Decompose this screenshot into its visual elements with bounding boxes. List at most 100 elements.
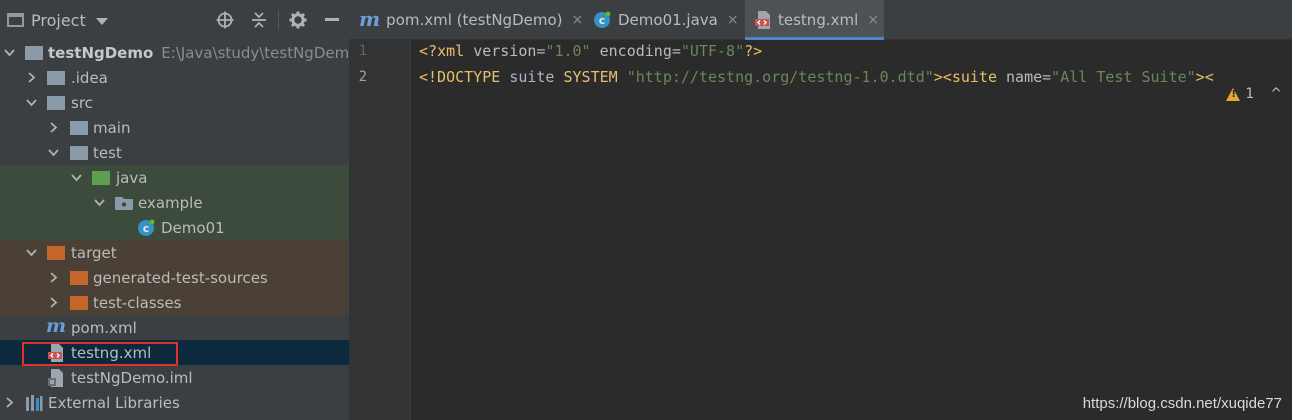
tree-item-demo01[interactable]: c Demo01 bbox=[0, 215, 349, 240]
tree-item-label: .idea bbox=[71, 68, 108, 87]
maven-letter: m bbox=[45, 314, 67, 337]
tree-item-java[interactable]: java bbox=[0, 165, 349, 190]
chevron-down-icon[interactable] bbox=[25, 247, 37, 259]
settings-button[interactable] bbox=[281, 0, 315, 40]
tree-item-label: test-classes bbox=[93, 293, 182, 312]
test-source-folder-icon bbox=[91, 169, 111, 187]
tree-item-external-libraries[interactable]: External Libraries bbox=[0, 390, 349, 415]
project-view-selector[interactable]: Project bbox=[7, 11, 108, 30]
project-window-icon bbox=[7, 13, 24, 27]
tree-item-idea[interactable]: .idea bbox=[0, 65, 349, 90]
module-folder-icon bbox=[24, 44, 44, 62]
tree-item-label: pom.xml bbox=[71, 318, 137, 337]
tree-item-label: testNgDemo bbox=[48, 43, 154, 62]
chevron-right-icon[interactable] bbox=[47, 272, 59, 284]
watermark: https://blog.csdn.net/xuqide77 bbox=[1082, 395, 1282, 412]
tree-item-target[interactable]: target bbox=[0, 240, 349, 265]
xml-decl-name: xml bbox=[437, 42, 474, 60]
package-icon bbox=[114, 194, 134, 212]
tab-label: pom.xml (testNgDemo) bbox=[386, 11, 563, 29]
tree-item-example[interactable]: example bbox=[0, 190, 349, 215]
chevron-down-icon[interactable] bbox=[25, 97, 37, 109]
project-panel: Project testNgDemo E:\Java\study\testNgD… bbox=[0, 0, 349, 420]
tree-item-testngdemo-iml[interactable]: testNgDemo.iml bbox=[0, 365, 349, 390]
tab-pom-xml[interactable]: m pom.xml (testNgDemo) × bbox=[359, 0, 585, 40]
module-path: E:\Java\study\testNgDemo bbox=[161, 43, 349, 62]
chevron-down-icon[interactable] bbox=[70, 172, 82, 184]
tab-testng-xml[interactable]: testng.xml × bbox=[745, 0, 884, 40]
equals-sign: = bbox=[1042, 68, 1052, 86]
chevron-down-icon bbox=[95, 17, 108, 25]
chevron-right-icon[interactable] bbox=[47, 297, 59, 309]
inspection-widget[interactable]: 1 ^ bbox=[1226, 86, 1282, 102]
maven-icon: m bbox=[359, 6, 381, 31]
tree-item-label: target bbox=[71, 243, 117, 262]
chevron-right-icon[interactable] bbox=[47, 122, 59, 134]
warning-count: 1 bbox=[1245, 86, 1255, 102]
collapse-icon bbox=[252, 12, 266, 28]
chevron-down-icon[interactable] bbox=[47, 147, 59, 159]
attr-name: encoding bbox=[590, 42, 672, 60]
equals-sign: = bbox=[671, 42, 681, 60]
line-number: 2 bbox=[358, 69, 367, 85]
excluded-folder-icon bbox=[46, 244, 66, 262]
svg-text:c: c bbox=[599, 14, 606, 27]
code-editor[interactable]: <?xml version="1.0" encoding="UTF-8"?> <… bbox=[412, 40, 1292, 420]
code-line-1: <?xml version="1.0" encoding="UTF-8"?> bbox=[419, 42, 762, 60]
editor-tab-bar: m pom.xml (testNgDemo) × c Demo01.java ×… bbox=[349, 0, 1292, 40]
tag-bracket: >< bbox=[933, 68, 952, 86]
tree-item-label: src bbox=[71, 93, 93, 112]
doctype-keyword: <!DOCTYPE bbox=[419, 68, 510, 86]
tab-demo01-java[interactable]: c Demo01.java × bbox=[593, 0, 741, 40]
tab-label: Demo01.java bbox=[618, 11, 718, 29]
folder-icon bbox=[46, 69, 66, 87]
tree-item-pom-xml[interactable]: m pom.xml bbox=[0, 315, 349, 340]
tree-item-label: generated-test-sources bbox=[93, 268, 268, 287]
line-number: 1 bbox=[358, 43, 367, 59]
chevron-down-icon[interactable] bbox=[93, 197, 105, 209]
tag-bracket: > bbox=[1195, 68, 1205, 86]
chevron-right-icon[interactable] bbox=[3, 397, 15, 409]
excluded-folder-icon bbox=[69, 269, 89, 287]
selection-highlight-box bbox=[22, 342, 178, 366]
tree-item-src[interactable]: src bbox=[0, 90, 349, 115]
tree-item-label: test bbox=[93, 143, 122, 162]
line-number-gutter[interactable]: 1 2 bbox=[349, 40, 411, 420]
close-icon[interactable]: × bbox=[867, 12, 879, 28]
chevron-right-icon[interactable] bbox=[25, 72, 37, 84]
gear-icon bbox=[289, 11, 307, 29]
tree-item-label: example bbox=[138, 193, 203, 212]
excluded-folder-icon bbox=[69, 294, 89, 312]
tree-item-test-classes[interactable]: test-classes bbox=[0, 290, 349, 315]
folder-icon bbox=[46, 94, 66, 112]
toolbar-separator bbox=[278, 10, 279, 30]
close-icon[interactable]: × bbox=[727, 12, 739, 28]
project-panel-toolbar bbox=[208, 0, 349, 40]
hide-panel-button[interactable] bbox=[315, 0, 349, 40]
chevron-up-icon[interactable]: ^ bbox=[1270, 86, 1282, 102]
collapse-all-button[interactable] bbox=[242, 0, 276, 40]
doctype-root: suite bbox=[509, 68, 564, 86]
library-icon bbox=[24, 394, 44, 412]
tag-bracket: < bbox=[1204, 68, 1214, 86]
folder-icon bbox=[69, 119, 89, 137]
java-class-icon: c bbox=[593, 11, 611, 29]
tree-item-generated-test-sources[interactable]: generated-test-sources bbox=[0, 265, 349, 290]
xml-decl-close: ?> bbox=[744, 42, 763, 60]
attr-value: "1.0" bbox=[545, 42, 591, 60]
tree-item-testngdemo[interactable]: testNgDemo E:\Java\study\testNgDemo bbox=[0, 40, 349, 65]
tag-name: suite bbox=[951, 68, 1007, 86]
maven-icon: m bbox=[46, 315, 66, 337]
chevron-down-icon[interactable] bbox=[3, 47, 15, 59]
crosshair-icon bbox=[216, 11, 234, 29]
doctype-url: "http://testng.org/testng-1.0.dtd" bbox=[626, 68, 934, 86]
locate-file-button[interactable] bbox=[208, 0, 242, 40]
code-line-2: <!DOCTYPE suite SYSTEM "http://testng.or… bbox=[419, 68, 1214, 86]
tree-item-main[interactable]: main bbox=[0, 115, 349, 140]
tree-item-label: testNgDemo.iml bbox=[71, 368, 193, 387]
attr-value: "All Test Suite" bbox=[1051, 68, 1196, 86]
iml-file-icon bbox=[46, 368, 66, 387]
tree-item-test[interactable]: test bbox=[0, 140, 349, 165]
svg-text:c: c bbox=[143, 222, 150, 235]
close-icon[interactable]: × bbox=[572, 12, 584, 28]
